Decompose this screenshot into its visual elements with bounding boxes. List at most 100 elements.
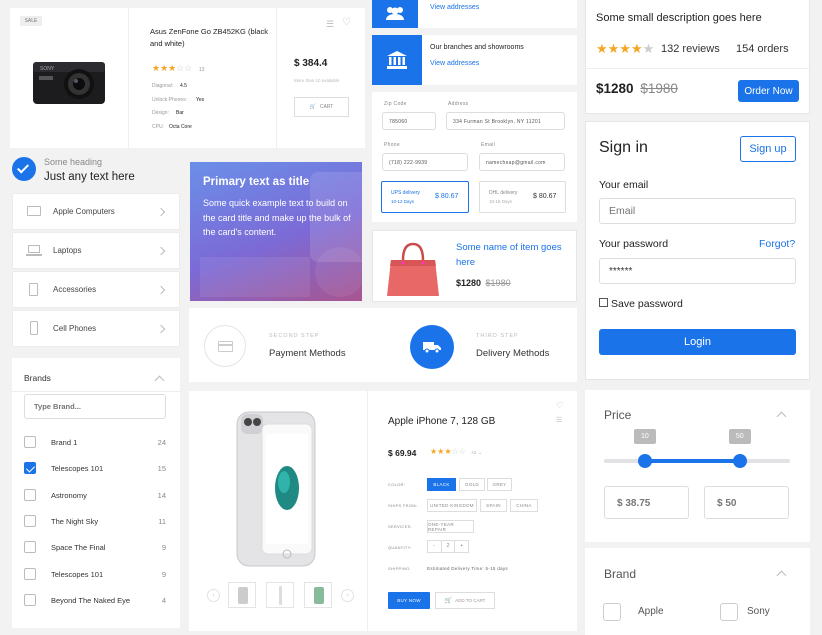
address-field[interactable]: 334 Furman St Brooklyn, NY 11201 [446, 112, 565, 130]
brand-checkbox[interactable] [24, 515, 36, 527]
color-option-black[interactable]: BLACK [427, 478, 456, 491]
brand-checkbox[interactable] [24, 436, 36, 448]
chevron-right-icon [156, 324, 166, 334]
ships-option-spain[interactable]: SPAIN [480, 499, 507, 512]
heading-title: Just any text here [44, 171, 135, 183]
bag-title[interactable]: Some name of item goes here [456, 241, 566, 270]
brand-option-apple[interactable]: Apple [638, 606, 664, 617]
order-rating-stars: ★★★★★ [596, 41, 655, 56]
zip-field[interactable]: 785060 [382, 112, 436, 130]
brand-count: 15 [157, 464, 166, 473]
price-slider-min-handle[interactable] [637, 454, 652, 468]
list-icon[interactable]: ☰ [556, 416, 562, 424]
product-title[interactable]: Asus ZenFone Go ZB452KG (black and white… [150, 26, 270, 50]
step-title-third[interactable]: Delivery Methods [476, 348, 549, 359]
sidebar-item-cell-phones[interactable]: Cell Phones [12, 310, 180, 347]
cart-icon: 🛒 [444, 598, 453, 604]
brands-title: Brands [24, 373, 51, 383]
brand-option-sony[interactable]: Sony [747, 606, 770, 617]
service-option[interactable]: ONE-YEAR REPAIR [427, 520, 474, 533]
brand-count: 24 [157, 438, 166, 447]
brand-count: 9 [161, 570, 166, 579]
chevron-right-icon [156, 246, 166, 256]
order-now-button[interactable]: Order Now [738, 80, 799, 102]
order-reviews: 132 reviews [661, 43, 720, 55]
color-option-grey[interactable]: GREY [487, 478, 512, 491]
price-filter-title: Price [604, 408, 632, 422]
brand-checkbox[interactable] [24, 489, 36, 501]
password-input[interactable]: ****** [599, 258, 796, 284]
check-circle-icon [12, 157, 36, 181]
save-password-checkbox[interactable] [599, 298, 608, 307]
price-min-input[interactable]: $ 38.75 [604, 486, 689, 519]
brand-list-item[interactable]: Astronomy 14 [24, 489, 168, 503]
qty-plus-button[interactable]: + [455, 541, 468, 552]
svg-text:SONY: SONY [40, 66, 55, 72]
step-icon-second[interactable] [204, 325, 246, 367]
list-icon[interactable]: ☰ [326, 19, 334, 30]
forgot-link[interactable]: Forgot? [759, 238, 795, 250]
promo-body: Some quick example text to build on the … [203, 198, 351, 237]
sidebar-item-laptops[interactable]: Laptops [12, 232, 180, 269]
brand-list-item[interactable]: Brand 1 24 [24, 436, 168, 450]
ships-option-uk[interactable]: UNITED KINGDOM [427, 499, 477, 512]
login-button[interactable]: Login [599, 329, 796, 355]
cart-button[interactable]: 🛒 CART [294, 97, 349, 117]
ships-option-china[interactable]: CHINA [510, 499, 538, 512]
email-input[interactable] [599, 198, 796, 224]
brand-checkbox[interactable] [24, 568, 36, 580]
chevron-right-icon [156, 207, 166, 217]
brand-checkbox[interactable] [24, 541, 36, 553]
brand-checkbox[interactable] [24, 594, 36, 606]
brand-checkbox-apple[interactable] [603, 603, 621, 621]
step-icon-third[interactable] [410, 325, 454, 369]
spec-list: Diagonal: 4.5 Unlock Phones: Yes Design: Ba… [152, 83, 205, 130]
sidebar-item-accessories[interactable]: Accessories [12, 271, 180, 308]
availability-text: More than 10 available [294, 78, 340, 83]
users-icon [386, 7, 404, 20]
sidebar-item-apple-computers[interactable]: Apple Computers [12, 193, 180, 230]
email-field[interactable]: namecheap@gmail.com [479, 153, 565, 171]
gallery-next-button[interactable]: › [341, 589, 354, 602]
gallery-prev-button[interactable]: ‹ [207, 589, 220, 602]
brand-list-item[interactable]: Space The Final 9 [24, 541, 168, 555]
heart-icon[interactable]: ♡ [342, 17, 351, 28]
price-max-input[interactable]: $ 50 [704, 486, 789, 519]
divider [586, 68, 810, 69]
brand-list-item[interactable]: The Night Sky 11 [24, 515, 168, 529]
brand-list-item[interactable]: Beyond The Naked Eye 4 [24, 594, 168, 608]
dhl-delivery-option[interactable]: DHL delivery 10-15 Days $ 80.67 [479, 181, 566, 213]
quantity-stepper[interactable]: - 2 + [427, 540, 469, 553]
promo-title: Primary text as title [203, 176, 310, 188]
ups-delivery-option[interactable]: UPS delivery 10-12 Days $ 80.67 [381, 181, 469, 213]
gallery-thumb[interactable] [266, 582, 294, 608]
price-slider-track[interactable]: 10 50 [604, 429, 790, 468]
save-password-label[interactable]: Save password [611, 298, 683, 310]
signup-button[interactable]: Sign up [740, 136, 796, 162]
color-label: COLOR: [388, 482, 406, 487]
brand-list-item[interactable]: Telescopes 101 9 [24, 568, 168, 582]
view-addresses-link-1[interactable]: View addresses [430, 4, 479, 11]
add-to-cart-button[interactable]: 🛒 ADD TO CART [435, 592, 495, 609]
gallery-thumb[interactable] [304, 582, 332, 608]
price-max-tooltip: 50 [728, 429, 751, 444]
truck-icon [423, 342, 441, 354]
color-option-gold[interactable]: GOLD [459, 478, 485, 491]
brand-list-item[interactable]: Telescopes 101 15 [24, 462, 168, 476]
price-slider-max-handle[interactable] [732, 454, 747, 468]
step-title-second[interactable]: Payment Methods [269, 348, 346, 359]
gallery-thumb[interactable] [228, 582, 256, 608]
brand-checkbox[interactable] [24, 462, 36, 474]
bag-product-card[interactable]: Some name of item goes here $1280 $1980 [372, 230, 577, 302]
rating-stars: ★★★☆☆ +1 → [430, 447, 482, 456]
camera-image: SONY [27, 56, 111, 112]
buy-now-button[interactable]: BUY NOW [388, 592, 430, 609]
brand-checkbox-sony[interactable] [720, 603, 738, 621]
view-addresses-link-2[interactable]: View addresses [430, 60, 479, 67]
heart-icon[interactable]: ♡ [556, 401, 563, 410]
promo-card[interactable]: Primary text as title Some quick example… [190, 162, 362, 301]
phone-field[interactable]: (718) 222-9939 [382, 153, 468, 171]
qty-minus-button[interactable]: - [428, 541, 442, 552]
brand-count: 9 [161, 543, 166, 552]
brand-search-input[interactable] [24, 394, 166, 419]
